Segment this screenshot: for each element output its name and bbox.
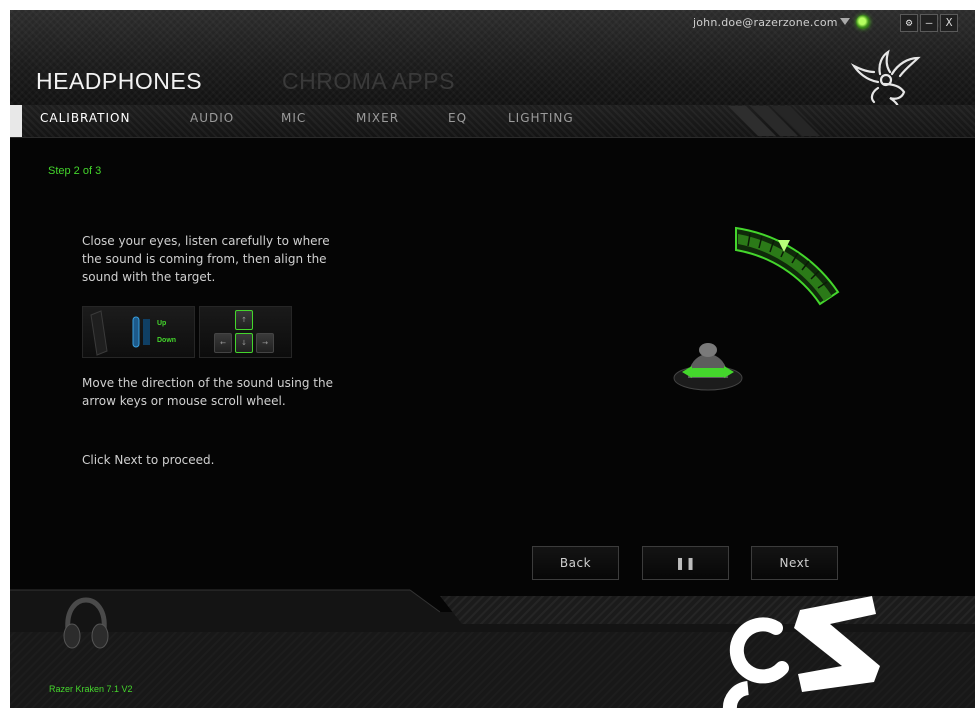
user-email[interactable]: john.doe@razerzone.com bbox=[693, 16, 838, 29]
arrow-right-key-icon: → bbox=[256, 333, 274, 353]
close-icon: X bbox=[945, 16, 953, 29]
app-window: john.doe@razerzone.com ⚙ – X HEADPHONES … bbox=[10, 10, 975, 708]
arrow-left-key-icon: ← bbox=[214, 333, 232, 353]
control-hint-image: Up Down ↑ ← ↓ → bbox=[82, 306, 292, 358]
back-button[interactable]: Back bbox=[532, 546, 619, 580]
arrow-down-key-icon: ↓ bbox=[235, 333, 253, 353]
chroma-apps-link[interactable]: CHROMA APPS bbox=[282, 68, 455, 95]
sound-direction-arc[interactable] bbox=[735, 226, 840, 306]
watermark-mark bbox=[722, 596, 880, 708]
close-button[interactable]: X bbox=[940, 14, 958, 32]
instruction-next: Click Next to proceed. bbox=[82, 453, 215, 467]
calibration-visual bbox=[673, 226, 840, 391]
instruction-move: Move the direction of the sound using th… bbox=[82, 376, 333, 408]
instruction-listen: Close your eyes, listen carefully to whe… bbox=[82, 234, 330, 284]
arrow-up-key-icon: ↑ bbox=[235, 310, 253, 330]
device-name: Razer Kraken 7.1 V2 bbox=[49, 684, 133, 694]
gear-icon: ⚙ bbox=[905, 16, 913, 29]
user-dropdown-icon[interactable] bbox=[840, 18, 850, 25]
tab-eq[interactable]: EQ bbox=[448, 111, 467, 125]
minimize-icon: – bbox=[925, 16, 933, 29]
app-title: HEADPHONES bbox=[36, 68, 203, 94]
tab-audio[interactable]: AUDIO bbox=[190, 111, 234, 125]
headset-icon bbox=[63, 597, 109, 649]
pause-icon: ❚❚ bbox=[674, 556, 697, 570]
hint-down-label: Down bbox=[157, 337, 177, 344]
hint-up-label: Up bbox=[157, 320, 167, 327]
mouse-scroll-hint: Up Down bbox=[82, 306, 195, 358]
minimize-button[interactable]: – bbox=[920, 14, 938, 32]
step-indicator: Step 2 of 3 bbox=[48, 165, 102, 177]
listener-icon bbox=[673, 343, 743, 391]
tab-mic[interactable]: MIC bbox=[281, 111, 306, 125]
arrow-keys-hint: ↑ ← ↓ → bbox=[199, 306, 292, 358]
tab-bar-edge bbox=[10, 105, 22, 137]
tab-mixer[interactable]: MIXER bbox=[356, 111, 399, 125]
tab-calibration[interactable]: CALIBRATION bbox=[40, 111, 130, 125]
mouse-scroll-icon bbox=[90, 310, 150, 356]
settings-button[interactable]: ⚙ bbox=[900, 14, 918, 32]
tab-decoration bbox=[728, 106, 820, 136]
status-icon[interactable] bbox=[856, 15, 870, 29]
tab-lighting[interactable]: LIGHTING bbox=[508, 111, 574, 125]
